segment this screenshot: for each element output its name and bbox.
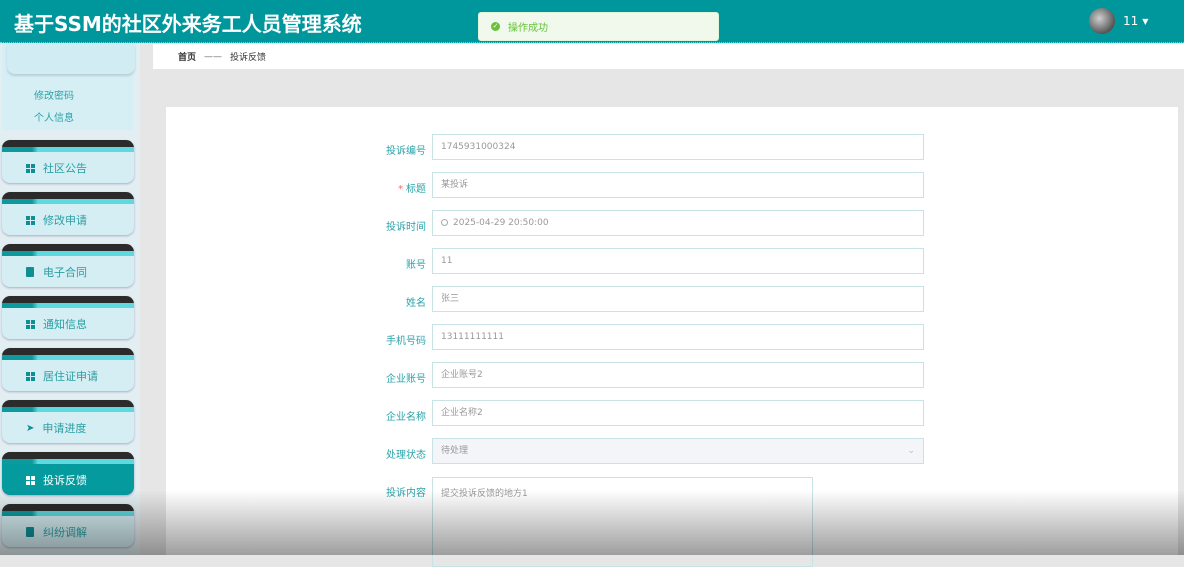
field-label: 处理状态 bbox=[386, 450, 426, 461]
sidebar-item-announcements[interactable]: 社区公告 bbox=[2, 140, 134, 183]
sidebar-item-progress[interactable]: ➤ 申请进度 bbox=[2, 400, 134, 443]
breadcrumb-home[interactable]: 首页 bbox=[178, 50, 196, 63]
sidebar-item-notifications[interactable]: 通知信息 bbox=[2, 296, 134, 339]
grid-icon bbox=[26, 163, 35, 173]
grid-icon bbox=[26, 215, 35, 225]
name-input[interactable]: 张三 bbox=[432, 286, 924, 312]
company-account-input[interactable]: 企业账号2 bbox=[432, 362, 924, 388]
sidebar-item-complaints[interactable]: 投诉反馈 bbox=[2, 452, 134, 495]
title-label: 标题 bbox=[406, 184, 426, 195]
toast-message: 操作成功 bbox=[508, 23, 548, 34]
caret-down-icon: ▼ bbox=[1142, 16, 1149, 26]
top-header: 基于SSM的社区外来务工人员管理系统 ✓ 操作成功 11 ▼ bbox=[0, 0, 1184, 43]
sidebar-item-label: 居住证申请 bbox=[43, 370, 98, 383]
sidebar-item-label: 电子合同 bbox=[43, 266, 87, 279]
field-label: 企业名称 bbox=[386, 412, 426, 423]
complaint-id-input[interactable]: 1745931000324 bbox=[432, 134, 924, 160]
status-value: 待处理 bbox=[441, 446, 469, 456]
field-label: 投诉时间 bbox=[386, 222, 426, 233]
content-textarea[interactable]: 提交投诉反馈的地方1 bbox=[432, 477, 813, 567]
chevron-down-icon: ⌄ bbox=[907, 446, 915, 456]
grid-icon bbox=[26, 371, 35, 381]
send-icon: ➤ bbox=[26, 422, 35, 434]
complaint-form: 投诉编号 1745931000324 * 标题 某投诉 投诉时间 2025-04-29 … bbox=[166, 107, 1178, 567]
clipboard-icon bbox=[26, 527, 34, 537]
app-title: 基于SSM的社区外来务工人员管理系统 bbox=[14, 12, 362, 36]
field-label: 投诉编号 bbox=[386, 146, 426, 157]
sidebar-item-label: 申请进度 bbox=[42, 422, 87, 435]
avatar[interactable] bbox=[1089, 8, 1115, 34]
phone-input[interactable]: 13111111111 bbox=[432, 324, 924, 350]
field-label: * 标题 bbox=[326, 180, 426, 195]
title-input[interactable]: 某投诉 bbox=[432, 172, 924, 198]
account-input[interactable]: 11 bbox=[432, 248, 924, 274]
field-label: 投诉内容 bbox=[386, 488, 426, 499]
sidebar-item-modify-request[interactable]: 修改申请 bbox=[2, 192, 134, 235]
breadcrumb: 首页 —— 投诉反馈 bbox=[153, 44, 1184, 69]
clock-icon bbox=[441, 219, 448, 226]
user-menu[interactable]: 11 ▼ bbox=[1089, 8, 1148, 34]
breadcrumb-current: 投诉反馈 bbox=[230, 53, 267, 63]
sidebar-item-label: 投诉反馈 bbox=[43, 474, 87, 487]
sidebar-item-label: 社区公告 bbox=[43, 162, 87, 175]
sidebar-item-label: 纠纷调解 bbox=[43, 526, 87, 539]
field-label: 姓名 bbox=[406, 298, 426, 309]
company-name-input[interactable]: 企业名称2 bbox=[432, 400, 924, 426]
breadcrumb-separator: —— bbox=[204, 51, 223, 62]
grid-icon bbox=[26, 319, 35, 329]
sidebar-item-mediation[interactable]: 纠纷调解 bbox=[2, 504, 134, 547]
check-circle-icon: ✓ bbox=[491, 22, 500, 31]
menu-item-personal-center[interactable] bbox=[7, 44, 135, 74]
complaint-time-input[interactable]: 2025-04-29 20:50:00 bbox=[432, 210, 924, 236]
status-select[interactable]: 待处理 ⌄ bbox=[432, 438, 924, 464]
field-label: 企业账号 bbox=[386, 374, 426, 385]
sidebar-item-residence-permit[interactable]: 居住证申请 bbox=[2, 348, 134, 391]
sidebar-link-change-password[interactable]: 修改密码 bbox=[34, 87, 74, 102]
sidebar-item-label: 通知信息 bbox=[43, 318, 87, 331]
sidebar-link-profile[interactable]: 个人信息 bbox=[34, 109, 74, 124]
grid-icon bbox=[26, 475, 35, 485]
field-label: 账号 bbox=[406, 260, 426, 271]
success-toast: ✓ 操作成功 bbox=[478, 12, 719, 41]
username: 11 bbox=[1123, 14, 1139, 28]
complaint-time-value: 2025-04-29 20:50:00 bbox=[453, 218, 549, 228]
sidebar: 修改密码 个人信息 社区公告 修改申请 电子合同 通知信息 居住证申请 ➤ 申请进… bbox=[0, 44, 140, 555]
sidebar-item-contract[interactable]: 电子合同 bbox=[2, 244, 134, 287]
submenu: 修改密码 个人信息 bbox=[2, 44, 135, 130]
field-label: 手机号码 bbox=[386, 336, 426, 347]
required-mark: * bbox=[398, 184, 403, 195]
sidebar-item-label: 修改申请 bbox=[43, 214, 87, 227]
clipboard-icon bbox=[26, 267, 34, 277]
